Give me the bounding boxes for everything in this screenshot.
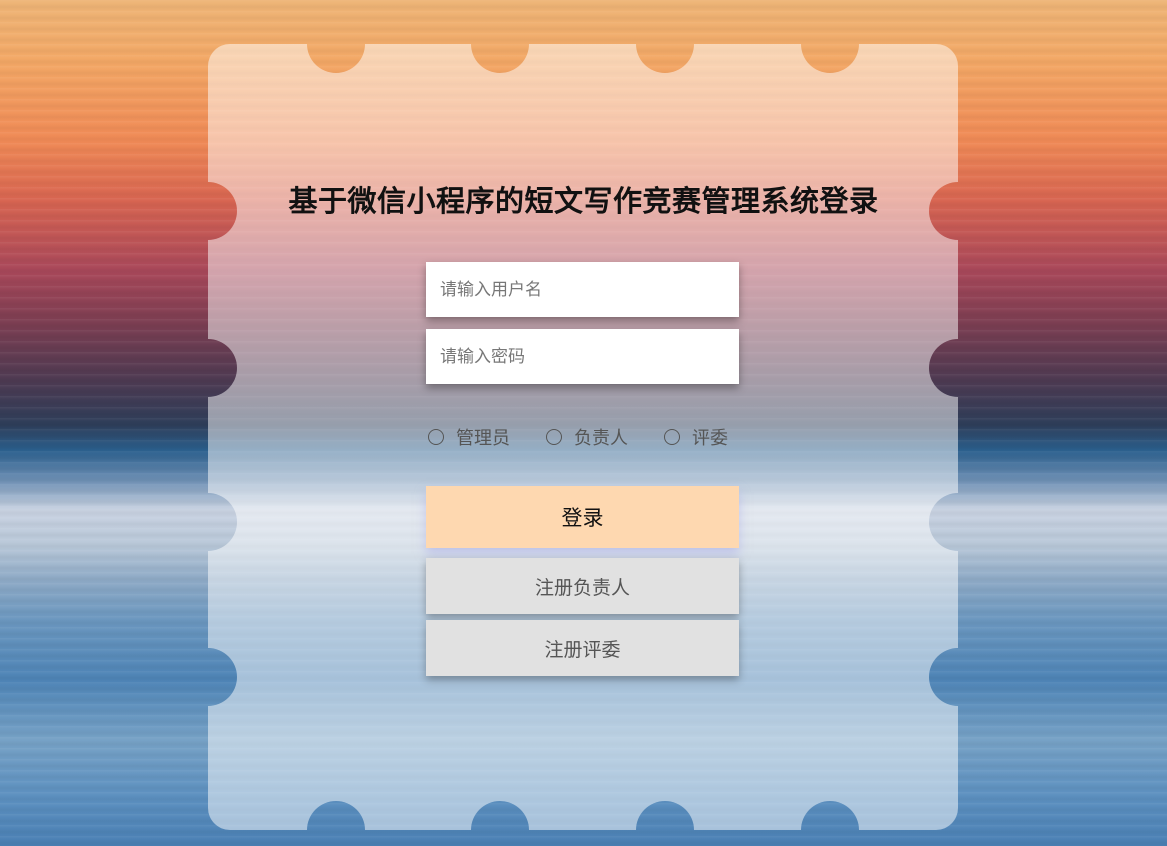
register-leader-button[interactable]: 注册负责人: [426, 558, 739, 614]
radio-circle-icon[interactable]: [664, 429, 680, 445]
password-input[interactable]: [426, 329, 739, 384]
radio-circle-icon[interactable]: [546, 429, 562, 445]
role-option-admin[interactable]: 管理员: [428, 424, 510, 450]
role-label-judge: 评委: [692, 428, 728, 449]
username-input[interactable]: [426, 262, 739, 317]
page-title: 基于微信小程序的短文写作竞赛管理系统登录: [288, 184, 879, 218]
role-label-leader: 负责人: [574, 428, 628, 449]
role-label-admin: 管理员: [456, 428, 510, 449]
login-button[interactable]: 登录: [426, 486, 739, 548]
role-radio-group: 管理员 负责人 评委: [428, 424, 764, 450]
register-judge-button[interactable]: 注册评委: [426, 620, 739, 676]
role-option-judge[interactable]: 评委: [664, 424, 728, 450]
radio-circle-icon[interactable]: [428, 429, 444, 445]
role-option-leader[interactable]: 负责人: [546, 424, 628, 450]
